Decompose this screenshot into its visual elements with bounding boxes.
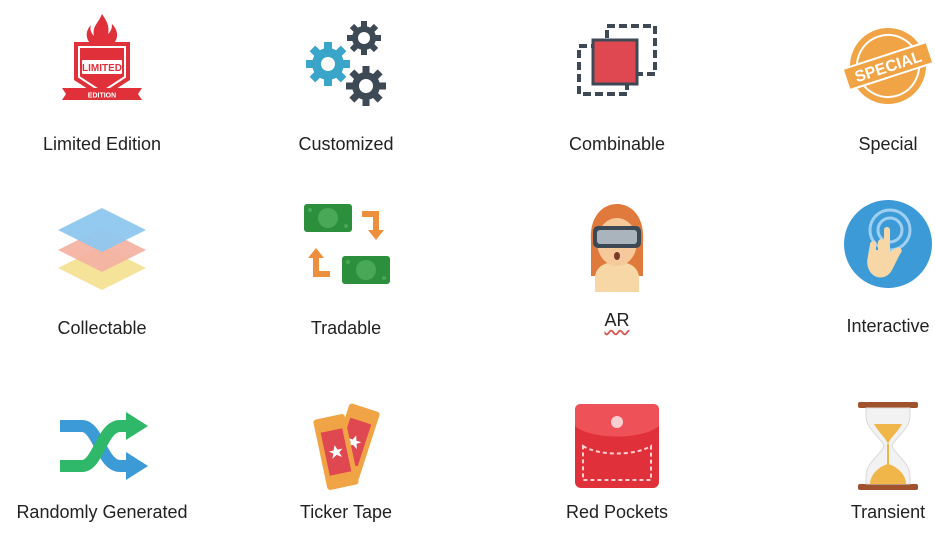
- combine-squares-icon: [569, 10, 665, 106]
- feature-limited-edition: LIMITED EDITION Limited Edition: [12, 10, 192, 160]
- feature-collectable: Collectable: [12, 196, 192, 346]
- feature-special: SPECIAL Special: [798, 10, 935, 160]
- feature-icons-grid: { "items": [ {"label": "Limited Edition"…: [0, 0, 935, 534]
- feature-label: Interactive: [846, 316, 930, 336]
- tickets-icon: [298, 398, 394, 494]
- shuffle-icon: [54, 398, 150, 494]
- touch-hand-icon: [840, 196, 935, 292]
- feature-label: Randomly Generated: [16, 502, 188, 522]
- edition-badge-text: EDITION: [88, 93, 116, 100]
- feature-label: Transient: [850, 502, 926, 522]
- feature-label: Tradable: [310, 318, 382, 338]
- feature-label: Ticker Tape: [299, 502, 393, 522]
- special-stamp-icon: SPECIAL: [840, 10, 935, 106]
- feature-red-pockets: Red Pockets: [527, 398, 707, 534]
- exchange-cash-icon: [298, 196, 394, 292]
- feature-label-text: AR: [604, 310, 630, 330]
- feature-label: AR: [527, 310, 707, 331]
- red-envelope-icon: [569, 398, 665, 494]
- feature-randomly-generated: Randomly Generated: [12, 398, 192, 534]
- feature-customized: Customized: [256, 10, 436, 160]
- hourglass-icon: [840, 398, 935, 494]
- feature-tradable: Tradable: [256, 196, 436, 346]
- feature-label: Combinable: [568, 134, 666, 154]
- feature-label: Special: [858, 134, 918, 154]
- limited-badge-text: LIMITED: [82, 63, 122, 74]
- feature-transient: Transient: [798, 398, 935, 534]
- feature-ticker-tape: Ticker Tape: [256, 398, 436, 534]
- feature-combinable: Combinable: [527, 10, 707, 160]
- feature-label: Limited Edition: [42, 134, 162, 154]
- vr-headset-person-icon: [569, 196, 665, 292]
- feature-ar: AR: [527, 196, 707, 346]
- limited-edition-badge-icon: LIMITED EDITION: [54, 10, 150, 106]
- feature-label: Customized: [298, 134, 394, 154]
- stacked-layers-icon: [54, 196, 150, 292]
- feature-label: Collectable: [57, 318, 147, 338]
- feature-interactive: Interactive: [798, 196, 935, 346]
- gears-icon: [298, 10, 394, 106]
- feature-label: Red Pockets: [565, 502, 669, 522]
